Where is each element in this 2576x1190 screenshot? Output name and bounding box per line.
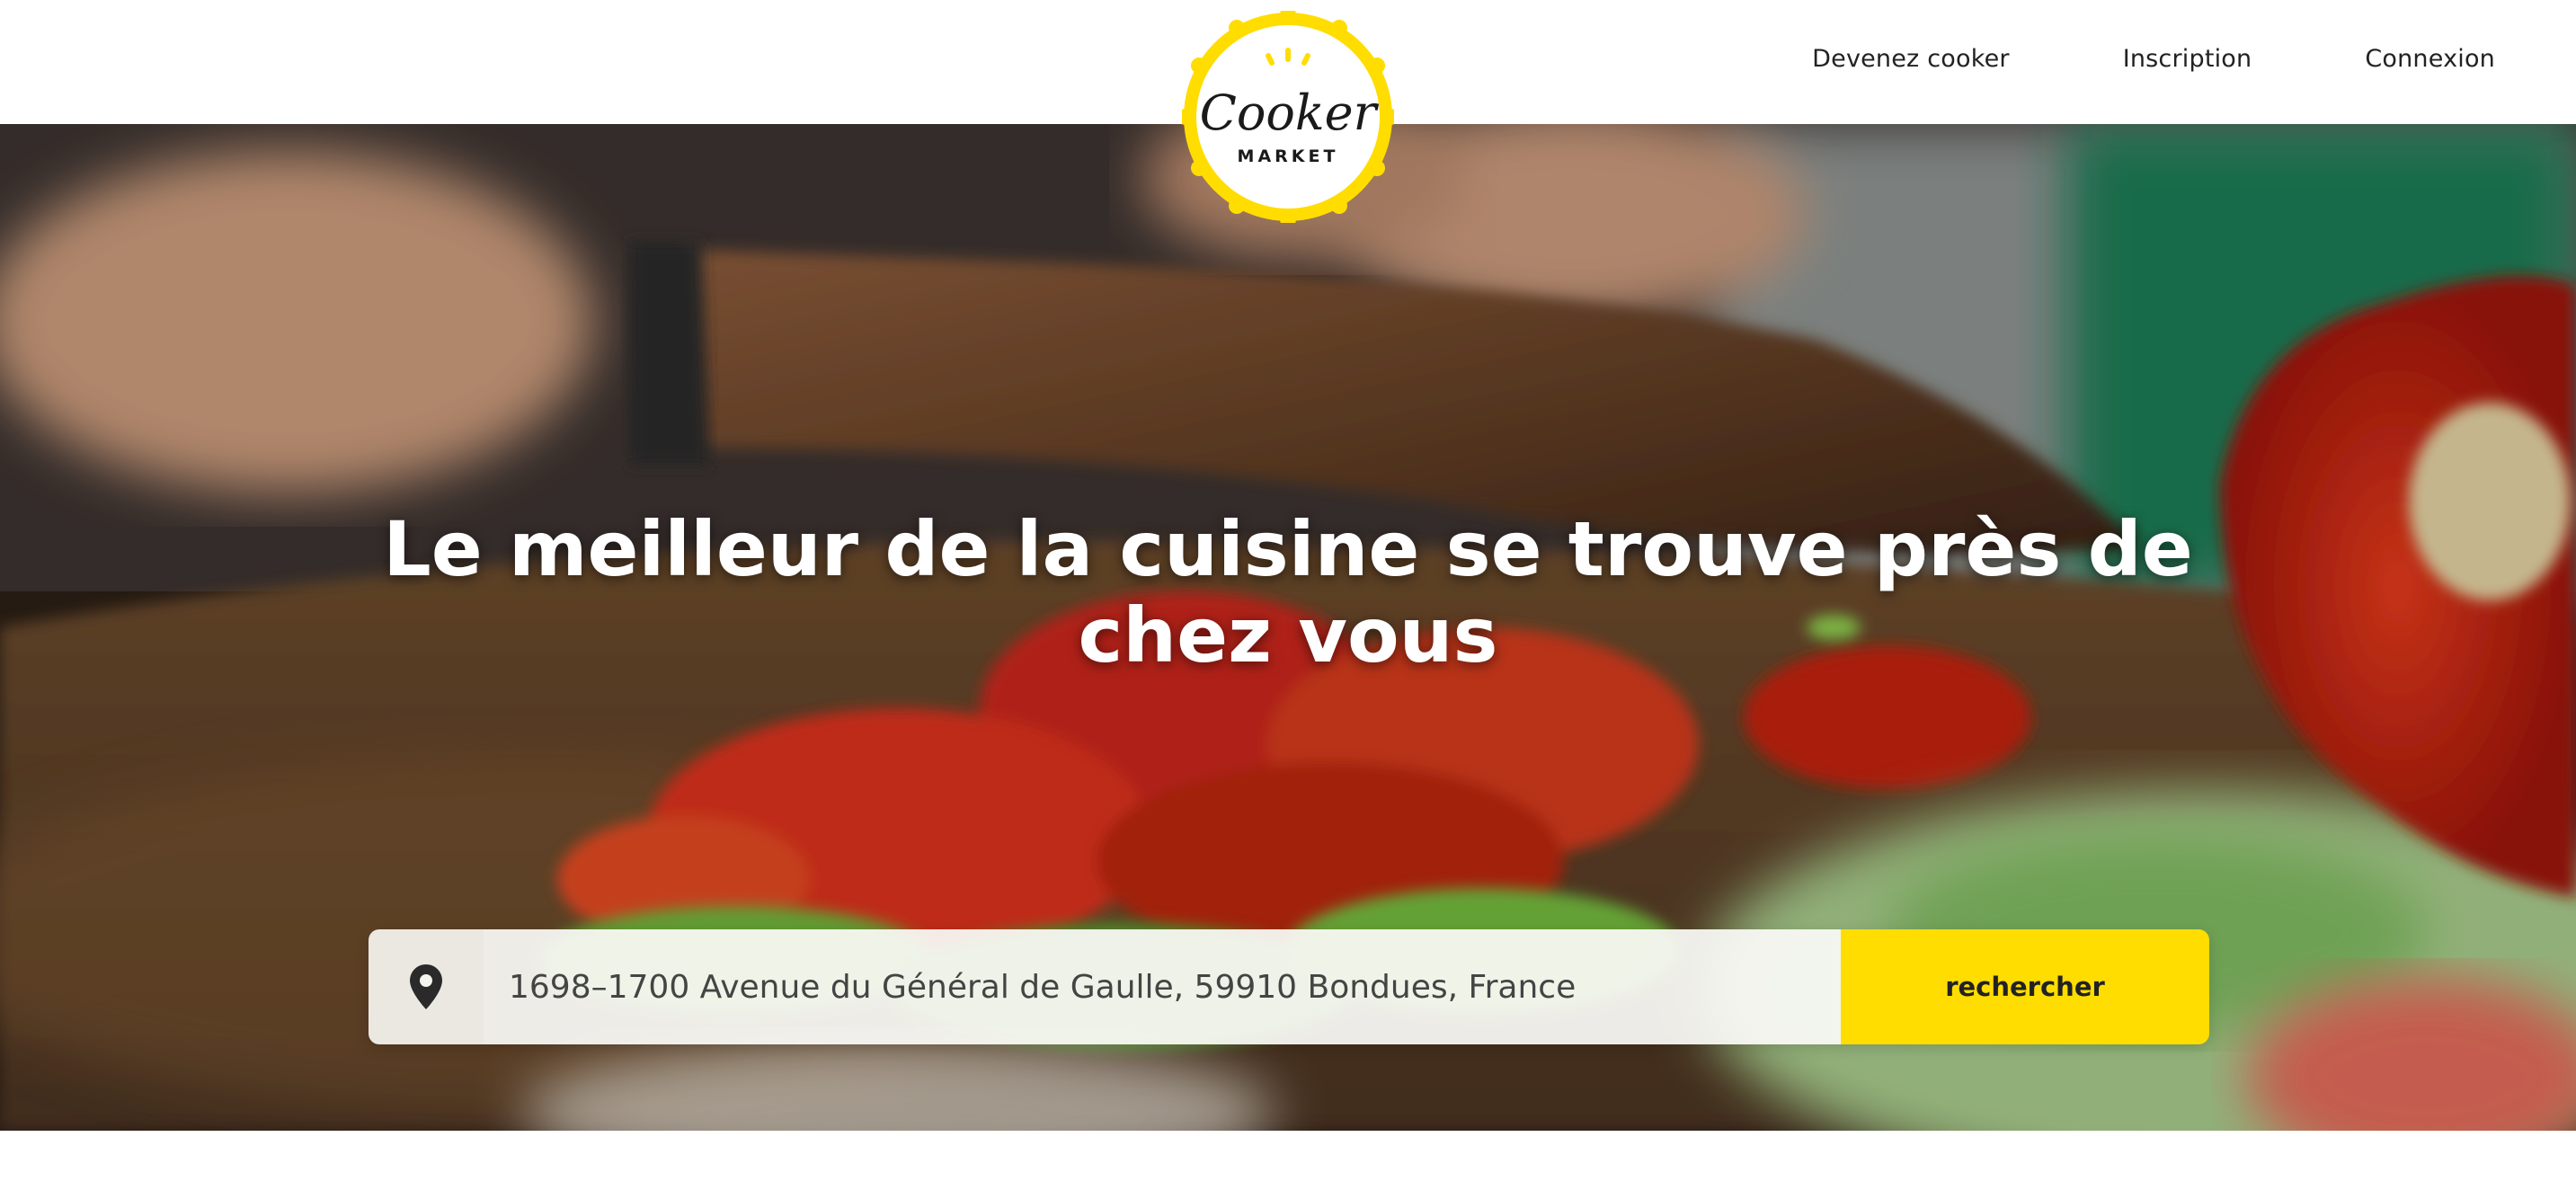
search-button[interactable]: rechercher xyxy=(1841,929,2209,1044)
hero-headline-line1: Le meilleur de la cuisine se trouve près… xyxy=(383,505,2193,593)
nav-become-cooker[interactable]: Devenez cooker xyxy=(1812,45,2010,73)
address-search-bar: rechercher xyxy=(369,929,2209,1044)
logo-subtitle: MARKET xyxy=(1238,147,1339,166)
hero-headline: Le meilleur de la cuisine se trouve près… xyxy=(270,506,2306,679)
hero-headline-line2: chez vous xyxy=(1078,591,1498,679)
main-nav: Devenez cooker Inscription Connexion xyxy=(1812,45,2495,73)
nav-login[interactable]: Connexion xyxy=(2365,45,2495,73)
address-input[interactable] xyxy=(484,929,1841,1044)
cooker-market-logo[interactable]: Cooker MARKET xyxy=(1177,6,1399,227)
logo-word: Cooker xyxy=(1200,84,1380,141)
nav-signup[interactable]: Inscription xyxy=(2123,45,2252,73)
location-pin-icon xyxy=(369,929,484,1044)
